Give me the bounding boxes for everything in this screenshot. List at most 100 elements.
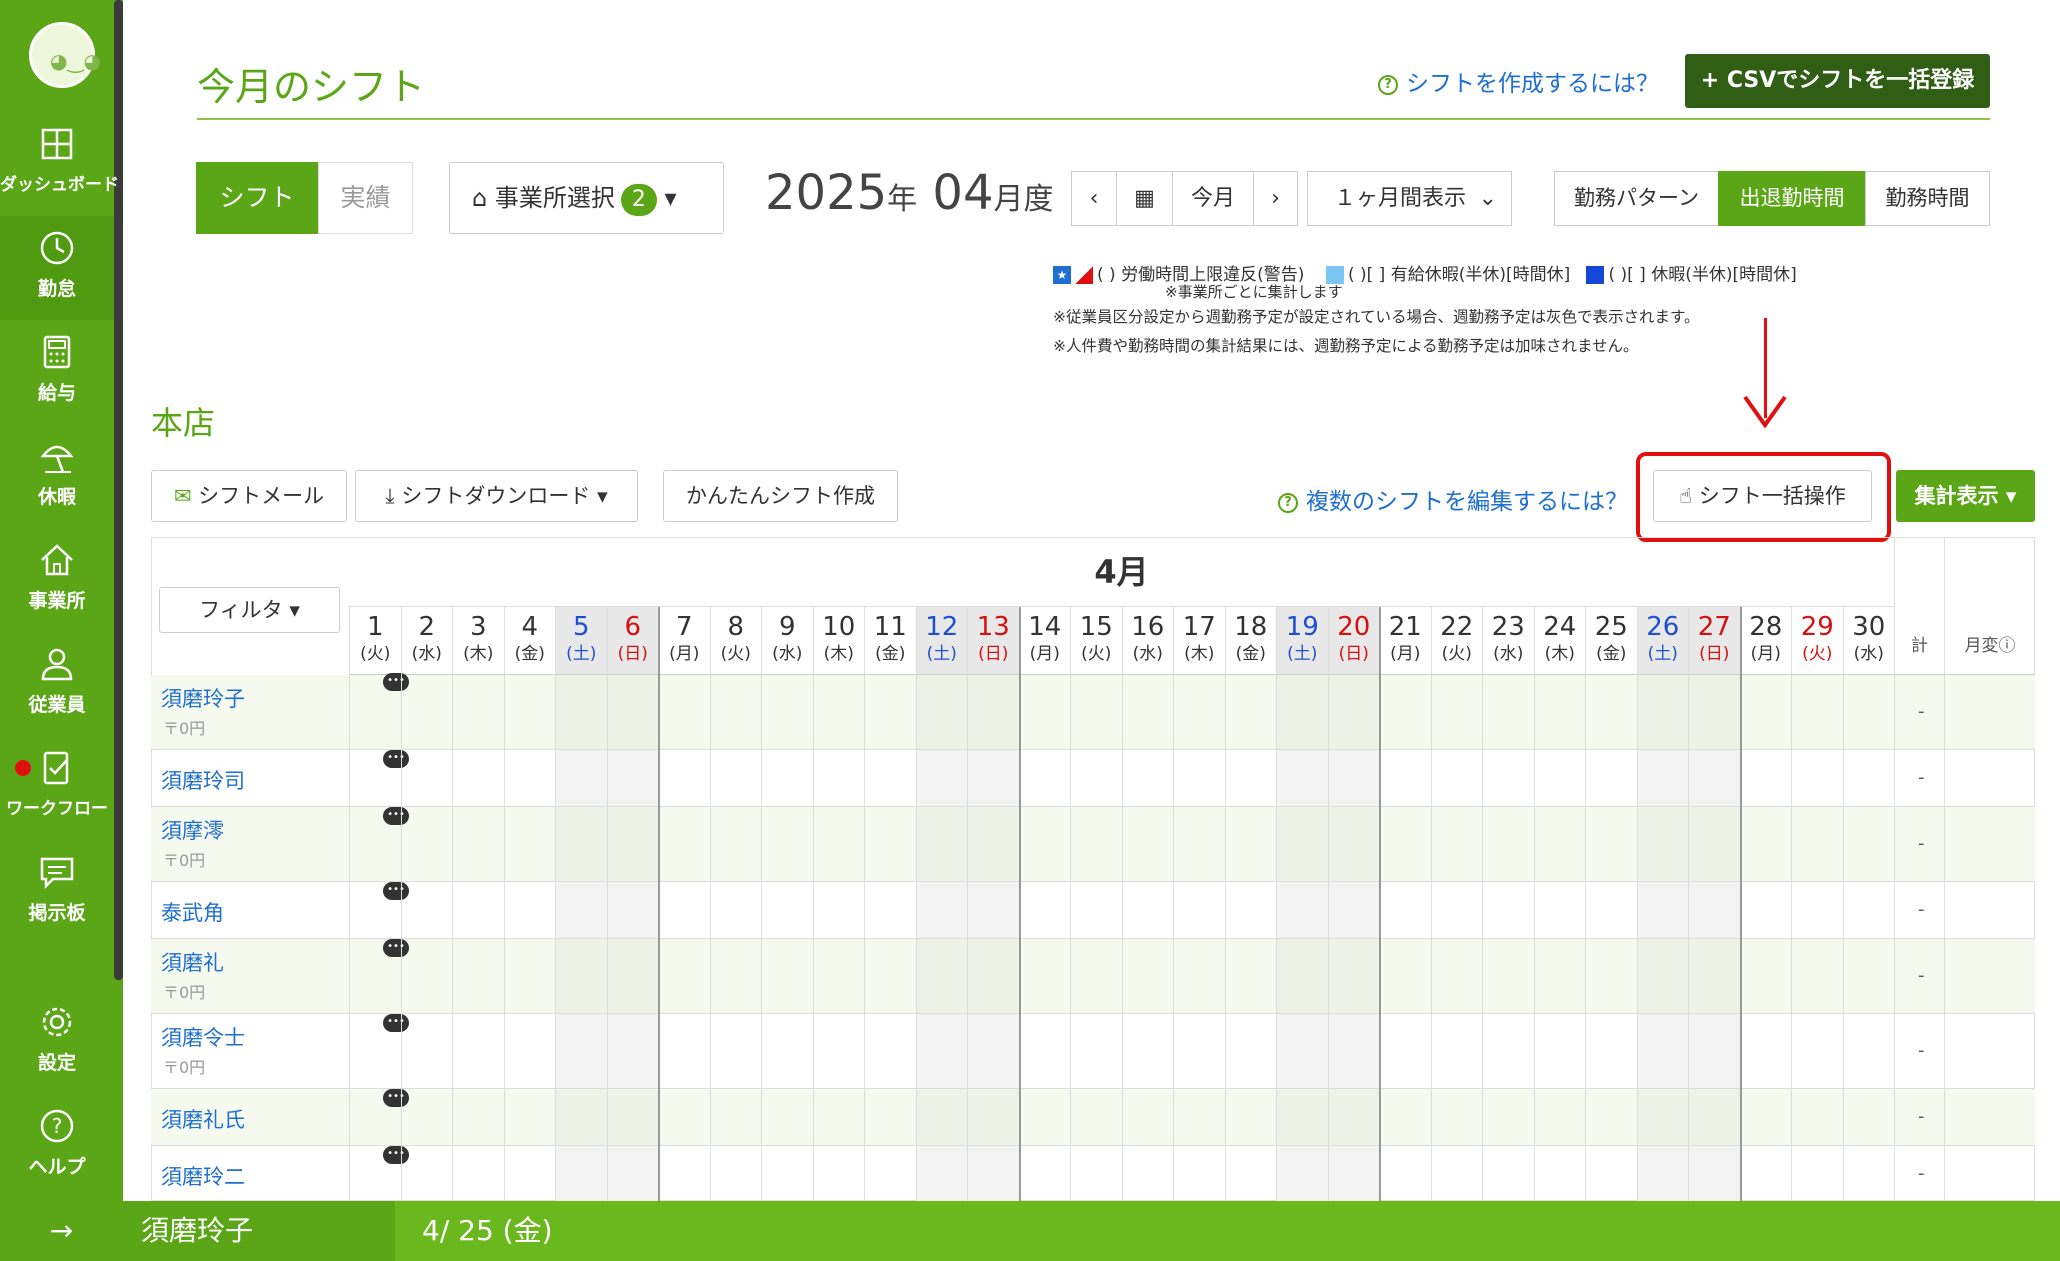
- aggregate-view-button[interactable]: 集計表示 ▾: [1896, 470, 2035, 522]
- weekend-cell[interactable]: [1636, 807, 1688, 881]
- weekend-cell[interactable]: [915, 882, 967, 938]
- weekend-cell[interactable]: [606, 882, 658, 938]
- current-month-button[interactable]: 今月: [1172, 171, 1254, 226]
- weekend-cell[interactable]: [1688, 882, 1740, 938]
- weekend-cell[interactable]: [555, 675, 607, 749]
- weekend-cell[interactable]: [1327, 675, 1379, 749]
- day-header[interactable]: 24 (木): [1533, 607, 1585, 675]
- day-header[interactable]: 20 (日): [1327, 607, 1379, 675]
- prev-month-button[interactable]: ‹: [1071, 171, 1117, 226]
- day-header[interactable]: 4 (金): [503, 607, 555, 675]
- weekend-cell[interactable]: [915, 1014, 967, 1088]
- day-header[interactable]: 2 (水): [400, 607, 452, 675]
- weekend-cell[interactable]: [1636, 882, 1688, 938]
- day-header[interactable]: 16 (水): [1121, 607, 1173, 675]
- weekend-cell[interactable]: [555, 882, 607, 938]
- weekend-cell[interactable]: [1636, 1089, 1688, 1145]
- weekend-cell[interactable]: [967, 1089, 1019, 1145]
- weekend-cell[interactable]: [555, 939, 607, 1013]
- weekend-cell[interactable]: [606, 675, 658, 749]
- weekend-cell[interactable]: [1327, 750, 1379, 806]
- weekend-cell[interactable]: [1688, 750, 1740, 806]
- weekend-cell[interactable]: [606, 939, 658, 1013]
- weekend-cell[interactable]: [1276, 1089, 1328, 1145]
- sidebar-scrollbar[interactable]: [114, 0, 123, 980]
- weekend-cell[interactable]: [1688, 1014, 1740, 1088]
- weekend-cell[interactable]: [967, 1014, 1019, 1088]
- day-header[interactable]: 26 (土): [1636, 607, 1688, 675]
- create-shift-help-link[interactable]: ? シフトを作成するには？: [1378, 64, 1659, 98]
- employee-name-link[interactable]: 須磨玲子: [161, 683, 245, 713]
- shift-mail-button[interactable]: ✉ シフトメール: [151, 470, 347, 522]
- mode-pattern-button[interactable]: 勤務パターン: [1554, 171, 1719, 226]
- day-header[interactable]: 27 (日): [1688, 607, 1740, 675]
- nav-office[interactable]: 事業所: [0, 528, 114, 632]
- tab-actual[interactable]: 実績: [318, 162, 413, 234]
- day-header[interactable]: 29 (火): [1791, 607, 1843, 675]
- day-header[interactable]: 22 (火): [1430, 607, 1482, 675]
- weekend-cell[interactable]: [1688, 807, 1740, 881]
- nav-employees[interactable]: 従業員: [0, 632, 114, 736]
- employee-name-link[interactable]: 須磨礼: [161, 947, 224, 977]
- weekend-cell[interactable]: [555, 807, 607, 881]
- employee-name-link[interactable]: 須摩澪: [161, 815, 224, 845]
- weekend-cell[interactable]: [1688, 675, 1740, 749]
- comment-bubble-icon[interactable]: •••: [383, 750, 409, 768]
- weekend-cell[interactable]: [1276, 675, 1328, 749]
- weekend-cell[interactable]: [967, 939, 1019, 1013]
- day-header[interactable]: 25 (金): [1585, 607, 1637, 675]
- day-header[interactable]: 10 (木): [812, 607, 864, 675]
- nav-bulletin[interactable]: 掲示板: [0, 840, 114, 944]
- day-header[interactable]: 8 (火): [709, 607, 761, 675]
- weekend-cell[interactable]: [555, 1089, 607, 1145]
- weekend-cell[interactable]: [1327, 807, 1379, 881]
- weekend-cell[interactable]: [1636, 1146, 1688, 1201]
- office-select-button[interactable]: ⌂ 事業所選択 2 ▾: [449, 162, 724, 234]
- weekend-cell[interactable]: [915, 750, 967, 806]
- comment-bubble-icon[interactable]: •••: [383, 1146, 409, 1164]
- shift-download-button[interactable]: ⤓ シフトダウンロード ▾: [355, 470, 638, 522]
- weekend-cell[interactable]: [555, 1146, 607, 1201]
- next-month-button[interactable]: ›: [1253, 171, 1298, 226]
- company-logo[interactable]: ◕‿◕: [29, 22, 101, 88]
- weekend-cell[interactable]: [555, 1014, 607, 1088]
- day-header[interactable]: 13 (日): [967, 607, 1019, 675]
- day-header[interactable]: 15 (火): [1070, 607, 1122, 675]
- weekend-cell[interactable]: [1276, 1014, 1328, 1088]
- weekend-cell[interactable]: [967, 807, 1019, 881]
- easy-shift-create-button[interactable]: かんたんシフト作成: [663, 470, 898, 522]
- weekend-cell[interactable]: [1636, 675, 1688, 749]
- employee-name-link[interactable]: 泰武角: [161, 897, 224, 927]
- day-header[interactable]: 18 (金): [1224, 607, 1276, 675]
- day-header[interactable]: 30 (水): [1842, 607, 1894, 675]
- range-select[interactable]: １ヶ月間表示 ⌄: [1307, 171, 1512, 226]
- weekend-cell[interactable]: [1688, 1146, 1740, 1201]
- weekend-cell[interactable]: [606, 1089, 658, 1145]
- weekend-cell[interactable]: [1276, 882, 1328, 938]
- weekend-cell[interactable]: [1327, 1014, 1379, 1088]
- weekend-cell[interactable]: [1636, 750, 1688, 806]
- day-header[interactable]: 1 (火): [349, 607, 401, 675]
- employee-name-link[interactable]: 須磨令士: [161, 1022, 245, 1052]
- comment-bubble-icon[interactable]: •••: [383, 673, 409, 691]
- weekend-cell[interactable]: [915, 1146, 967, 1201]
- weekend-cell[interactable]: [606, 750, 658, 806]
- comment-bubble-icon[interactable]: •••: [383, 882, 409, 900]
- weekend-cell[interactable]: [1327, 882, 1379, 938]
- nav-payroll[interactable]: 給与: [0, 320, 114, 424]
- mode-inout-button[interactable]: 出退勤時間: [1718, 171, 1866, 226]
- day-header[interactable]: 21 (月): [1379, 607, 1431, 675]
- nav-settings[interactable]: 設定: [0, 990, 114, 1094]
- day-header[interactable]: 9 (水): [761, 607, 813, 675]
- tab-shift[interactable]: シフト: [196, 162, 318, 234]
- filter-button[interactable]: フィルタ ▾: [159, 587, 340, 633]
- weekend-cell[interactable]: [1276, 750, 1328, 806]
- weekend-cell[interactable]: [1276, 1146, 1328, 1201]
- weekend-cell[interactable]: [915, 939, 967, 1013]
- nav-attendance[interactable]: 勤怠: [0, 216, 114, 320]
- nav-leave[interactable]: 休暇: [0, 424, 114, 528]
- weekend-cell[interactable]: [1688, 1089, 1740, 1145]
- nav-dashboard[interactable]: ダッシュボード: [0, 112, 119, 216]
- day-header[interactable]: 23 (水): [1482, 607, 1534, 675]
- weekend-cell[interactable]: [1327, 939, 1379, 1013]
